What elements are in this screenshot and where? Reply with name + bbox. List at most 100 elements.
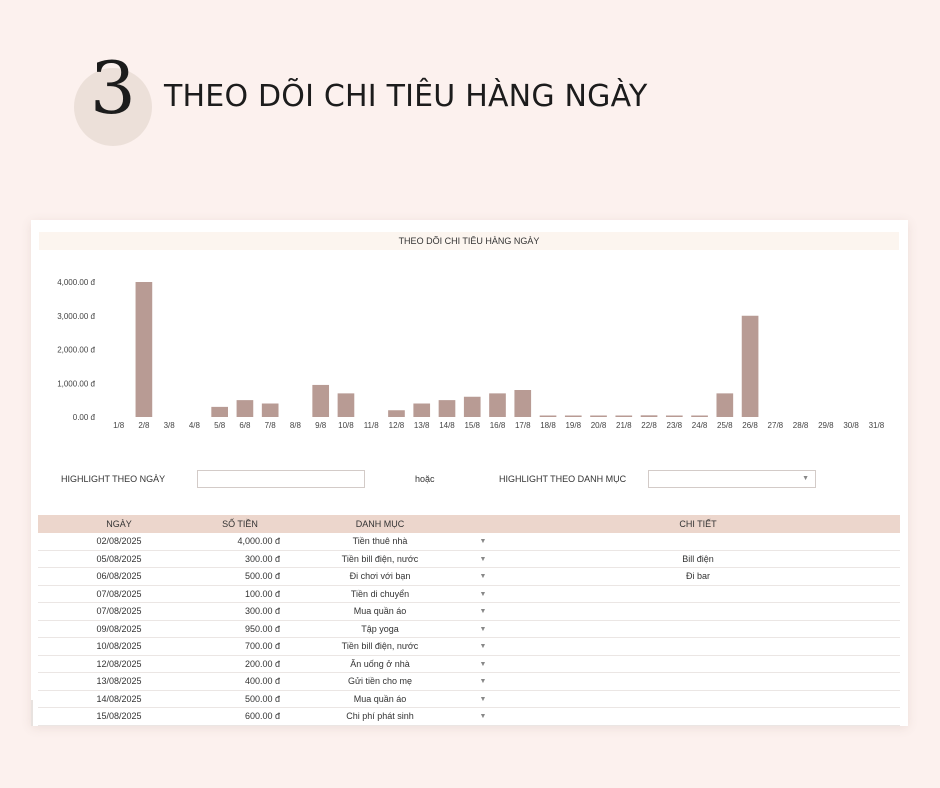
- x-tick-label: 29/8: [818, 421, 834, 430]
- date-cell[interactable]: 15/08/2025: [38, 708, 200, 725]
- table-row: 10/08/2025 700.00 đ Tiền bill điện, nước ▼: [38, 638, 900, 656]
- x-tick-label: 3/8: [164, 421, 176, 430]
- highlight-category-label: HIGHLIGHT THEO DANH MỤC: [499, 474, 627, 484]
- x-tick-label: 16/8: [490, 421, 506, 430]
- chevron-down-icon: ▼: [802, 475, 809, 482]
- highlight-date-input[interactable]: [197, 470, 365, 488]
- bar: [514, 390, 532, 417]
- x-tick-label: 1/8: [113, 421, 125, 430]
- detail-cell[interactable]: Đi bar: [508, 568, 888, 585]
- category-dropdown-arrow-icon[interactable]: ▼: [478, 638, 488, 655]
- table-row: 12/08/2025 200.00 đ Ăn uống ở nhà ▼: [38, 656, 900, 673]
- x-tick-label: 7/8: [265, 421, 277, 430]
- x-tick-label: 26/8: [742, 421, 758, 430]
- spreadsheet-panel: THEO DÕI CHI TIÊU HÀNG NGÀY 4,000.00 đ 3,…: [31, 220, 908, 726]
- x-tick-label: 23/8: [667, 421, 683, 430]
- category-dropdown-arrow-icon[interactable]: ▼: [478, 551, 488, 568]
- x-tick-label: 25/8: [717, 421, 733, 430]
- category-cell[interactable]: Tiền bill điện, nước: [300, 551, 460, 568]
- amount-cell[interactable]: 500.00 đ: [200, 568, 280, 585]
- category-cell[interactable]: Ăn uống ở nhà: [300, 656, 460, 673]
- bar: [489, 393, 506, 417]
- bar: [312, 384, 330, 417]
- category-dropdown-arrow-icon[interactable]: ▼: [478, 621, 488, 638]
- category-cell[interactable]: Mua quần áo: [300, 603, 460, 620]
- y-tick-label: 1,000.00 đ: [57, 379, 95, 388]
- x-tick-label: 5/8: [214, 421, 226, 430]
- x-tick-label: 27/8: [768, 421, 784, 430]
- category-cell[interactable]: Tiền bill điện, nước: [300, 638, 460, 655]
- category-dropdown-arrow-icon[interactable]: ▼: [478, 533, 488, 550]
- bar: [337, 393, 355, 417]
- category-dropdown-arrow-icon[interactable]: ▼: [478, 656, 488, 673]
- table-row: 15/08/2025 600.00 đ Chi phí phát sinh ▼: [38, 708, 900, 726]
- date-cell[interactable]: 02/08/2025: [38, 533, 200, 550]
- daily-spending-bar-chart: 4,000.00 đ 3,000.00 đ 2,000.00 đ 1,000.00 đ…: [57, 278, 885, 430]
- detail-cell[interactable]: Bill điện: [508, 551, 888, 568]
- category-cell[interactable]: Gửi tiền cho mẹ: [300, 673, 460, 690]
- table-row: 09/08/2025 950.00 đ Tập yoga ▼: [38, 621, 900, 638]
- category-dropdown-arrow-icon[interactable]: ▼: [478, 708, 488, 725]
- x-tick-label: 30/8: [843, 421, 859, 430]
- date-cell[interactable]: 10/08/2025: [38, 638, 200, 655]
- bar: [665, 415, 683, 417]
- bar: [463, 396, 481, 417]
- category-cell[interactable]: Chi phí phát sinh: [300, 708, 460, 725]
- amount-cell[interactable]: 600.00 đ: [200, 708, 280, 725]
- date-cell[interactable]: 07/08/2025: [38, 603, 200, 620]
- category-cell[interactable]: Mua quần áo: [300, 691, 460, 708]
- table-row: 06/08/2025 500.00 đ Đi chơi với bạn Đi bar ▼: [38, 568, 900, 586]
- bar: [413, 403, 431, 417]
- page-title: THEO DÕI CHI TIÊU HÀNG NGÀY: [164, 79, 648, 114]
- category-dropdown-arrow-icon[interactable]: ▼: [478, 586, 488, 603]
- bar: [640, 415, 658, 417]
- y-tick-label: 4,000.00 đ: [57, 278, 95, 287]
- table-row: 07/08/2025 100.00 đ Tiền di chuyển ▼: [38, 586, 900, 603]
- column-header-detail: CHI TIẾT: [679, 519, 717, 529]
- amount-cell[interactable]: 500.00 đ: [200, 691, 280, 708]
- date-cell[interactable]: 09/08/2025: [38, 621, 200, 638]
- sheet-edge: [31, 700, 33, 726]
- amount-cell[interactable]: 300.00 đ: [200, 603, 280, 620]
- x-tick-label: 24/8: [692, 421, 708, 430]
- date-cell[interactable]: 07/08/2025: [38, 586, 200, 603]
- category-cell[interactable]: Đi chơi với bạn: [300, 568, 460, 585]
- amount-cell[interactable]: 950.00 đ: [200, 621, 280, 638]
- x-tick-label: 11/8: [364, 421, 380, 430]
- amount-cell[interactable]: 4,000.00 đ: [200, 533, 280, 550]
- category-cell[interactable]: Tập yoga: [300, 621, 460, 638]
- y-tick-label: 3,000.00 đ: [57, 312, 95, 321]
- highlight-category-dropdown[interactable]: ▼: [648, 470, 816, 488]
- date-cell[interactable]: 12/08/2025: [38, 656, 200, 673]
- bar: [564, 415, 582, 417]
- x-tick-label: 18/8: [540, 421, 556, 430]
- category-dropdown-arrow-icon[interactable]: ▼: [478, 691, 488, 708]
- x-tick-label: 12/8: [389, 421, 405, 430]
- expense-table: 02/08/2025 4,000.00 đ Tiền thuê nhà ▼ 05/08/…: [38, 533, 900, 726]
- date-cell[interactable]: 06/08/2025: [38, 568, 200, 585]
- category-dropdown-arrow-icon[interactable]: ▼: [478, 568, 488, 585]
- category-cell[interactable]: Tiền thuê nhà: [300, 533, 460, 550]
- bar: [261, 403, 279, 417]
- bar: [590, 415, 607, 417]
- amount-cell[interactable]: 200.00 đ: [200, 656, 280, 673]
- category-cell[interactable]: Tiền di chuyển: [300, 586, 460, 603]
- date-cell[interactable]: 14/08/2025: [38, 691, 200, 708]
- chart-title: THEO DÕI CHI TIÊU HÀNG NGÀY: [398, 236, 540, 246]
- amount-cell[interactable]: 700.00 đ: [200, 638, 280, 655]
- category-dropdown-arrow-icon[interactable]: ▼: [478, 673, 488, 690]
- x-tick-label: 6/8: [239, 421, 251, 430]
- x-tick-label: 17/8: [515, 421, 531, 430]
- category-dropdown-arrow-icon[interactable]: ▼: [478, 603, 488, 620]
- amount-cell[interactable]: 400.00 đ: [200, 673, 280, 690]
- x-tick-label: 4/8: [189, 421, 201, 430]
- date-cell[interactable]: 13/08/2025: [38, 673, 200, 690]
- highlight-date-label: HIGHLIGHT THEO NGÀY: [61, 474, 166, 484]
- y-tick-label: 2,000.00 đ: [57, 346, 95, 355]
- amount-cell[interactable]: 300.00 đ: [200, 551, 280, 568]
- chart-title-bar: THEO DÕI CHI TIÊU HÀNG NGÀY: [39, 232, 899, 250]
- bar: [691, 415, 708, 417]
- bar: [539, 415, 557, 417]
- date-cell[interactable]: 05/08/2025: [38, 551, 200, 568]
- amount-cell[interactable]: 100.00 đ: [200, 586, 280, 603]
